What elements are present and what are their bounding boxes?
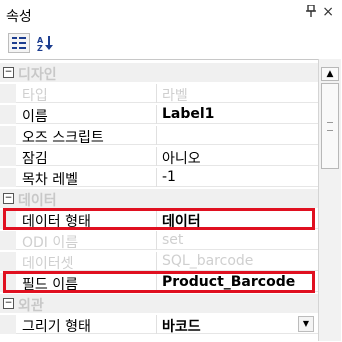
- property-row[interactable]: 목차 레벨 -1: [0, 168, 318, 188]
- categorized-icon: [12, 37, 26, 49]
- collapse-icon[interactable]: −: [3, 67, 14, 78]
- thumb-grip-icon: [327, 122, 333, 131]
- row-gutter: [0, 231, 16, 250]
- property-value[interactable]: Label1: [162, 106, 214, 122]
- properties-panel: 속성 × A Z − 디자인 타입 라벨 이름 Label1 오즈 스크립트 잠…: [0, 0, 342, 342]
- column-divider: [156, 315, 157, 334]
- dropdown-arrow-icon[interactable]: ▼: [298, 316, 314, 332]
- property-name: 타입: [22, 88, 48, 104]
- panel-title: 속성: [6, 9, 32, 25]
- property-toolbar: A Z: [0, 28, 342, 58]
- property-row[interactable]: ODI 이름 set: [0, 231, 318, 251]
- scroll-thumb[interactable]: [321, 83, 339, 169]
- property-name: ODI 이름: [22, 235, 79, 251]
- property-value[interactable]: set: [162, 232, 183, 248]
- property-name: 목차 레벨: [22, 172, 78, 188]
- category-row[interactable]: − 데이터: [0, 189, 318, 209]
- property-row[interactable]: 오즈 스크립트: [0, 126, 318, 146]
- vertical-scrollbar[interactable]: ▲: [318, 59, 341, 341]
- row-gutter: [0, 168, 16, 187]
- property-name: 데이터셋: [22, 256, 74, 272]
- column-divider: [156, 105, 157, 124]
- category-row[interactable]: − 디자인: [0, 63, 318, 83]
- property-row[interactable]: 데이터셋 SQL_barcode: [0, 252, 318, 272]
- column-divider: [156, 168, 157, 187]
- property-row[interactable]: 타입 라벨: [0, 84, 318, 105]
- row-gutter: [0, 315, 16, 334]
- highlight-box: [3, 271, 315, 293]
- property-value[interactable]: -1: [162, 169, 176, 185]
- column-divider: [156, 252, 157, 271]
- property-value[interactable]: SQL_barcode: [162, 253, 253, 269]
- property-value[interactable]: 바코드: [162, 316, 201, 336]
- property-name: 잠김: [22, 151, 48, 167]
- column-divider: [156, 231, 157, 250]
- row-gutter: [0, 126, 16, 145]
- column-divider: [156, 147, 157, 166]
- close-icon[interactable]: ×: [322, 4, 334, 20]
- property-name: 그리기 형태: [22, 319, 91, 335]
- property-row[interactable]: 잠김 아니오: [0, 147, 318, 168]
- highlight-box: [3, 208, 315, 230]
- svg-text:Z: Z: [37, 44, 43, 51]
- category-label: 외관: [18, 298, 44, 314]
- row-gutter: [0, 147, 16, 166]
- column-divider: [156, 126, 157, 145]
- panel-titlebar: 속성 ×: [0, 0, 342, 28]
- alphabetical-sort-button[interactable]: A Z: [34, 33, 56, 53]
- collapse-icon[interactable]: −: [3, 193, 14, 204]
- property-name: 이름: [22, 109, 48, 125]
- property-value[interactable]: 라벨: [162, 85, 188, 105]
- row-gutter: [0, 252, 16, 271]
- property-value[interactable]: 아니오: [162, 148, 201, 168]
- alphabetical-sort-icon: A Z: [37, 36, 53, 53]
- pin-icon[interactable]: [306, 4, 316, 21]
- category-label: 디자인: [18, 67, 57, 83]
- category-row[interactable]: − 외관: [0, 294, 318, 314]
- category-label: 데이터: [18, 193, 57, 209]
- row-gutter: [0, 105, 16, 124]
- property-row[interactable]: 이름 Label1: [0, 105, 318, 125]
- property-name: 오즈 스크립트: [22, 130, 104, 146]
- property-row[interactable]: 그리기 형태 바코드 ▼: [0, 315, 318, 336]
- collapse-icon[interactable]: −: [3, 298, 14, 309]
- property-grid: − 디자인 타입 라벨 이름 Label1 오즈 스크립트 잠김 아니오 목차 레벨 -1− 데이터 데…: [0, 59, 318, 342]
- categorized-view-button[interactable]: [8, 33, 30, 53]
- scroll-up-icon[interactable]: ▲: [321, 67, 339, 81]
- column-divider: [156, 84, 157, 103]
- row-gutter: [0, 84, 16, 103]
